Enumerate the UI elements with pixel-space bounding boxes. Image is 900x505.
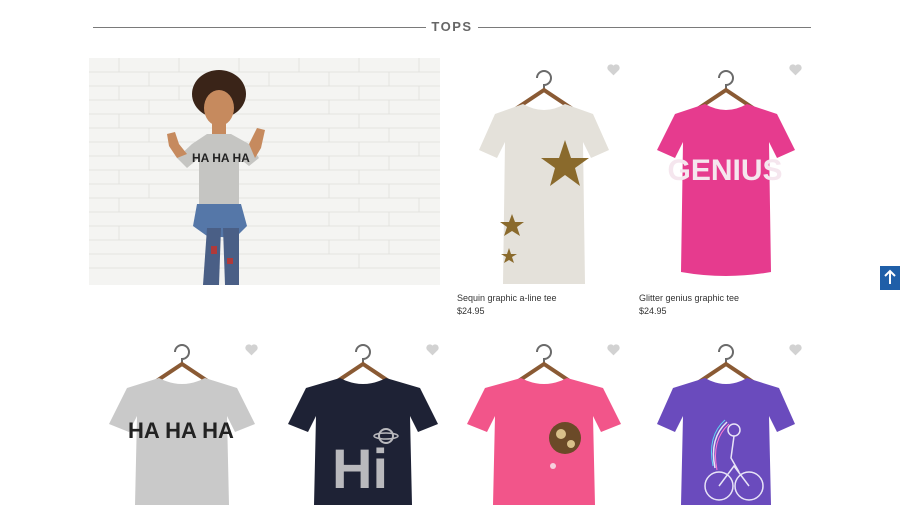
heart-icon[interactable] — [607, 344, 620, 356]
heart-icon[interactable] — [245, 344, 258, 356]
heart-icon[interactable] — [789, 64, 802, 76]
header-rule-left — [93, 27, 426, 28]
product-price: $24.95 — [457, 306, 485, 316]
back-to-top-button[interactable] — [880, 266, 900, 290]
product-image[interactable]: GENIUS — [639, 58, 809, 285]
product-image[interactable]: HA HA HA — [95, 338, 265, 505]
product-card[interactable] — [639, 338, 809, 505]
product-card[interactable]: Hi — [276, 338, 446, 505]
product-card[interactable]: GENIUS Glitter genius graphic tee $24.95 — [639, 58, 809, 316]
product-price: $24.95 — [639, 306, 667, 316]
hero-banner[interactable]: HA HA HA — [89, 58, 440, 285]
svg-text:GENIUS: GENIUS — [667, 154, 782, 187]
section-header: TOPS — [93, 17, 811, 37]
product-name[interactable]: Sequin graphic a-line tee — [457, 293, 627, 303]
arrow-up-icon — [884, 269, 896, 284]
product-card[interactable]: HA HA HA — [95, 338, 265, 505]
product-card[interactable]: Sequin graphic a-line tee $24.95 — [457, 58, 627, 316]
product-image[interactable] — [457, 58, 627, 285]
svg-text:Hi: Hi — [332, 437, 388, 500]
product-name[interactable]: Glitter genius graphic tee — [639, 293, 809, 303]
heart-icon[interactable] — [789, 344, 802, 356]
section-title: TOPS — [431, 19, 473, 34]
hero-image: HA HA HA — [89, 58, 440, 285]
svg-text:HA HA HA: HA HA HA — [192, 151, 250, 165]
product-card[interactable] — [457, 338, 627, 505]
product-image[interactable] — [457, 338, 627, 505]
product-image[interactable]: Hi — [276, 338, 446, 505]
svg-text:HA HA HA: HA HA HA — [128, 418, 234, 443]
heart-icon[interactable] — [607, 64, 620, 76]
header-rule-right — [478, 27, 811, 28]
product-image[interactable] — [639, 338, 809, 505]
heart-icon[interactable] — [426, 344, 439, 356]
